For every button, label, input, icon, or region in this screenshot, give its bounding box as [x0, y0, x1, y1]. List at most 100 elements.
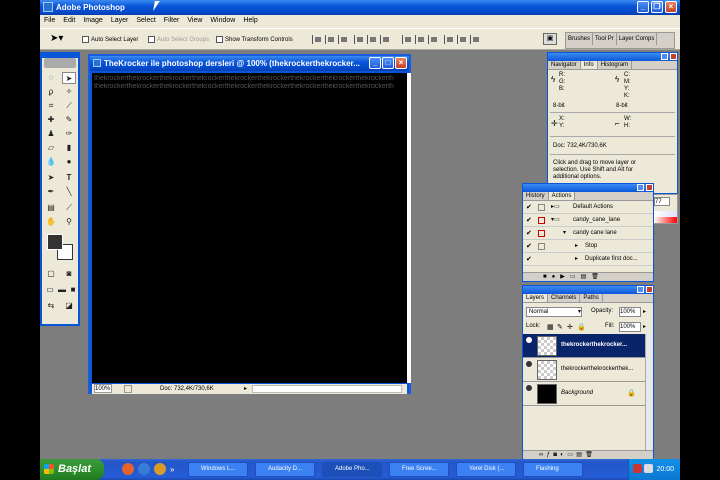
menu-edit[interactable]: Edit [59, 15, 79, 26]
lock-position-icon[interactable]: ✛ [567, 323, 573, 331]
hand-tool-icon[interactable]: ✋ [44, 216, 58, 228]
menu-view[interactable]: View [183, 15, 206, 26]
blend-mode-select[interactable]: Normal ▾ [526, 307, 582, 317]
well-tab-tool-presets[interactable]: Tool Pr [593, 33, 617, 45]
blur-tool-icon[interactable]: 💧 [44, 156, 58, 168]
task-adobe-photoshop[interactable]: Adobe Pho... [322, 462, 382, 477]
visibility-eye-icon[interactable] [526, 361, 532, 367]
action-check-icon[interactable]: ✔ [526, 204, 532, 211]
well-tab-layer-comps[interactable]: Layer Comps [617, 33, 658, 45]
new-layer-icon[interactable]: ▤ [576, 452, 582, 458]
link-layers-icon[interactable]: ∞ [539, 452, 543, 458]
action-row-default-actions[interactable]: ✔ ▸▭ Default Actions [523, 201, 653, 214]
lasso-tool-icon[interactable]: ϼ [44, 86, 58, 98]
tab-histogram[interactable]: Histogram [598, 61, 633, 69]
imageready-jump-icon[interactable]: ⇆ [44, 300, 58, 312]
distribute-bottom-icon[interactable] [428, 35, 438, 44]
minimize-button[interactable]: _ [637, 1, 649, 13]
crop-tool-icon[interactable]: ⌗ [44, 100, 58, 112]
actions-palette-close[interactable] [646, 184, 653, 191]
collapse-triangle-icon[interactable]: ▸ [575, 240, 578, 253]
fill-input[interactable]: 100% [619, 322, 641, 332]
firefox-quicklaunch-icon[interactable] [122, 463, 134, 475]
lock-all-icon[interactable]: 🔒 [577, 323, 586, 331]
status-arrow-icon[interactable]: ▸ [244, 384, 247, 394]
info-palette-close[interactable] [670, 53, 677, 60]
quicklaunch-expand-icon[interactable]: » [170, 465, 174, 474]
doc-close-button[interactable]: × [395, 57, 407, 69]
menu-file[interactable]: File [40, 15, 59, 26]
align-bottom-icon[interactable] [338, 35, 348, 44]
document-horizontal-scrollbar[interactable] [252, 385, 402, 393]
document-title-bar[interactable]: TheKrocker ile photoshop dersleri @ 100%… [90, 56, 409, 71]
status-menu-icon[interactable] [124, 385, 132, 393]
color-ramp-lower[interactable] [654, 217, 677, 223]
layers-palette-header[interactable] [523, 286, 653, 294]
task-flashing[interactable]: Flashing [523, 462, 583, 477]
screen-mode-full-icon[interactable]: ■ [66, 284, 80, 296]
layer-row-background[interactable]: Background 🔒 [523, 382, 645, 406]
action-check-icon[interactable]: ✔ [526, 256, 532, 263]
zoom-level[interactable]: 100% [94, 384, 112, 393]
doc-minimize-button[interactable]: _ [369, 57, 381, 69]
healing-brush-tool-icon[interactable]: ✚ [44, 114, 58, 126]
tray-volume-icon[interactable] [644, 464, 653, 473]
distribute-left-icon[interactable] [444, 35, 454, 44]
layer-mask-icon[interactable]: ◙ [553, 452, 557, 458]
move-tool-preset-icon[interactable]: ➤▾ [50, 33, 63, 44]
action-dialog-toggle-icon[interactable] [538, 230, 545, 237]
distribute-right-icon[interactable] [470, 35, 480, 44]
media-quicklaunch-icon[interactable] [154, 463, 166, 475]
layers-palette-minimize[interactable] [637, 286, 644, 293]
gradient-tool-icon[interactable]: ▮ [62, 142, 76, 154]
delete-action-icon[interactable]: 🗑 [591, 274, 599, 280]
fill-arrow-icon[interactable]: ▸ [643, 323, 646, 330]
pen-tool-icon[interactable]: ✒ [44, 186, 58, 198]
eyedropper-tool-icon[interactable]: ⟋ [62, 202, 76, 214]
file-browser-icon[interactable]: ▣ [543, 33, 557, 45]
show-transform-controls-checkbox[interactable] [216, 36, 223, 43]
close-button[interactable]: × [665, 1, 677, 13]
move-tool-icon[interactable]: ➤ [62, 72, 76, 84]
document-vertical-scrollbar[interactable] [407, 73, 411, 383]
action-dialog-toggle-icon[interactable] [538, 217, 545, 224]
info-palette-header[interactable] [548, 53, 677, 61]
app-title-bar[interactable]: Adobe Photoshop [40, 0, 680, 15]
align-top-icon[interactable] [312, 35, 322, 44]
magic-wand-tool-icon[interactable]: ✧ [62, 86, 76, 98]
task-yerel-disk[interactable]: Yerel Disk (... [456, 462, 516, 477]
clock[interactable]: 20:00 [656, 466, 674, 473]
action-row-candy-cane-lane-set[interactable]: ✔ ▾▭ candy_cane_lane [523, 214, 653, 227]
align-vcenter-icon[interactable] [325, 35, 335, 44]
slice-tool-icon[interactable]: ⟋ [62, 100, 76, 112]
line-tool-icon[interactable]: ╲ [62, 186, 76, 198]
distribute-vcenter-icon[interactable] [415, 35, 425, 44]
restore-button[interactable]: ❐ [651, 1, 663, 13]
color-value-field[interactable]: 77 [654, 197, 670, 206]
align-hcenter-icon[interactable] [367, 35, 377, 44]
menu-select[interactable]: Select [132, 15, 159, 26]
tab-channels[interactable]: Channels [548, 294, 581, 302]
path-selection-tool-icon[interactable]: ➤ [44, 172, 58, 184]
tab-layers[interactable]: Layers [523, 294, 549, 302]
record-icon[interactable]: ● [552, 274, 556, 280]
auto-select-layer-checkbox[interactable] [82, 36, 89, 43]
brush-tool-icon[interactable]: ✎ [62, 114, 76, 126]
opacity-input[interactable]: 100% [619, 307, 641, 317]
distribute-hcenter-icon[interactable] [457, 35, 467, 44]
action-row-stop[interactable]: ✔ ▸ Stop [523, 240, 653, 253]
actions-palette-header[interactable] [523, 184, 653, 192]
well-tab-brushes[interactable]: Brushes [566, 33, 594, 45]
opacity-arrow-icon[interactable]: ▸ [643, 308, 646, 315]
play-icon[interactable]: ▶ [560, 274, 565, 280]
lock-transparency-icon[interactable]: ▦ [547, 323, 554, 331]
tab-paths[interactable]: Paths [580, 294, 603, 302]
tab-actions[interactable]: Actions [548, 192, 576, 200]
clone-stamp-tool-icon[interactable]: ♟ [44, 128, 58, 140]
collapse-triangle-icon[interactable]: ▸ [575, 253, 578, 266]
tray-app-icon[interactable] [633, 464, 642, 473]
layers-scrollbar[interactable] [645, 334, 653, 450]
auto-select-groups-checkbox[interactable] [148, 36, 155, 43]
distribute-top-icon[interactable] [402, 35, 412, 44]
start-button[interactable]: Başlat [40, 459, 104, 480]
